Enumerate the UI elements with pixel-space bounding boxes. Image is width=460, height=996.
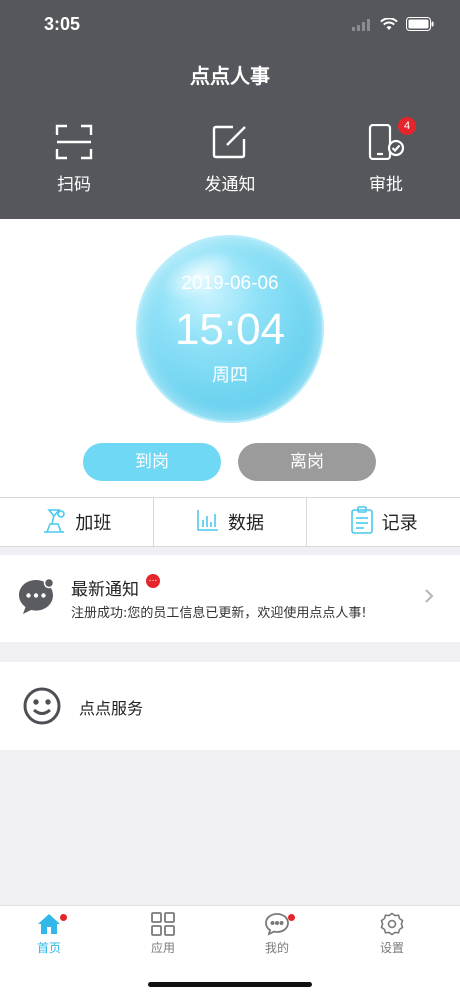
tab-settings-label: 设置	[379, 941, 404, 955]
tab-mine[interactable]: 我的	[237, 912, 317, 956]
cellular-signal-icon	[352, 16, 372, 35]
tab-home-label: 首页	[36, 941, 61, 955]
status-time: 3:05	[44, 14, 81, 34]
tab-mine-label: 我的	[264, 941, 289, 955]
page-title: 点点人事	[190, 64, 270, 88]
tab-apps[interactable]: 应用	[123, 912, 203, 956]
message-icon	[16, 577, 56, 621]
edit-icon	[170, 124, 290, 160]
notice-badge: ...	[146, 574, 160, 588]
overtime-icon	[41, 506, 67, 539]
clock-bubble: 2019-06-06 15:04 周四	[138, 237, 322, 421]
tab-records-label: 记录	[381, 513, 418, 534]
clock-weekday: 周四	[212, 365, 248, 386]
tab-settings[interactable]: 设置	[352, 912, 432, 956]
service-label: 点点服务	[79, 699, 144, 718]
mine-tab-dot	[288, 914, 295, 921]
tab-data-label: 数据	[228, 513, 264, 534]
send-notice-label: 发通知	[204, 175, 256, 195]
tab-records[interactable]: 记录	[307, 498, 460, 546]
header: 3:05 点点人事 扫码 发通知 4 审批	[0, 0, 460, 219]
tab-overtime-label: 加班	[75, 513, 112, 534]
latest-notice[interactable]: 最新通知 ... 注册成功:您的员工信息已更新，欢迎使用点点人事!	[0, 555, 460, 642]
wifi-icon	[380, 16, 398, 35]
settings-icon	[352, 912, 432, 936]
on-duty-button[interactable]: 到岗	[83, 443, 221, 481]
scan-button[interactable]: 扫码	[14, 124, 134, 195]
tab-data[interactable]: 数据	[154, 498, 308, 546]
tab-home[interactable]: 首页	[9, 912, 89, 956]
off-duty-button[interactable]: 离岗	[238, 443, 376, 481]
notice-text: 注册成功:您的员工信息已更新，欢迎使用点点人事!	[71, 606, 367, 621]
home-indicator	[148, 982, 312, 987]
service-row[interactable]: 点点服务	[0, 662, 460, 750]
approval-label: 审批	[369, 175, 403, 195]
smiley-icon	[22, 686, 62, 730]
scan-label: 扫码	[57, 175, 91, 195]
chat-icon	[237, 912, 317, 936]
status-bar: 3:05	[0, 0, 460, 50]
grid-icon	[123, 912, 203, 936]
clock-panel: 2019-06-06 15:04 周四 到岗 离岗	[0, 219, 460, 497]
clipboard-icon	[350, 505, 374, 539]
clock-time: 15:04	[174, 305, 286, 354]
home-tab-dot	[60, 914, 67, 921]
home-icon	[9, 912, 89, 936]
tab-apps-label: 应用	[150, 941, 175, 955]
approval-button[interactable]: 4 审批	[326, 117, 446, 195]
battery-icon	[406, 16, 434, 35]
status-icons	[352, 16, 434, 35]
chevron-right-icon	[424, 588, 434, 608]
chart-icon	[196, 508, 220, 537]
scan-icon	[14, 124, 134, 160]
clock-date: 2019-06-06	[181, 273, 279, 294]
phone-check-icon	[326, 124, 446, 160]
notice-title: 最新通知	[71, 580, 139, 600]
tab-overtime[interactable]: 加班	[0, 498, 154, 546]
quick-tabs: 加班 数据 记录	[0, 497, 460, 547]
approval-badge: 4	[398, 117, 416, 135]
send-notice-button[interactable]: 发通知	[170, 124, 290, 195]
